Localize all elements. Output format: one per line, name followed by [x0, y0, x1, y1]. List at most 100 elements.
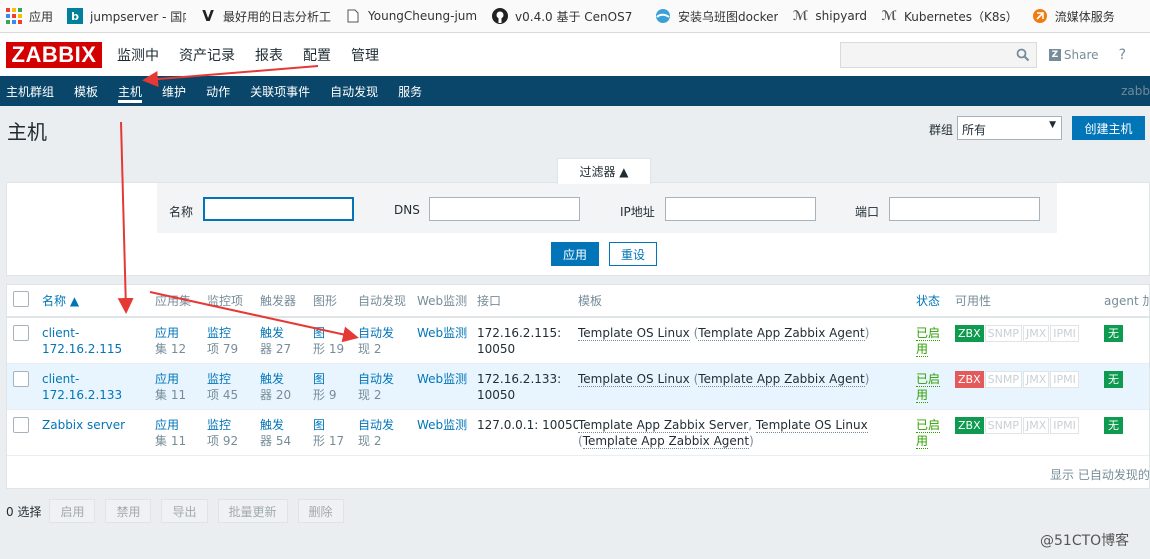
filter-name-input[interactable] [203, 197, 354, 221]
bookmark-ubuntu-docker[interactable]: 安装乌班图docker [655, 8, 778, 25]
search-icon[interactable] [1016, 48, 1030, 62]
nav-administration[interactable]: 管理 [351, 45, 379, 65]
bookmark-log-analysis[interactable]: V 最好用的日志分析工 [200, 7, 331, 25]
graphs-link[interactable]: 图形 17 [313, 418, 344, 448]
col-status[interactable]: 状态 [916, 285, 955, 318]
subnav-services[interactable]: 服务 [398, 76, 422, 106]
discovery-link[interactable]: 自动发现 2 [358, 372, 394, 402]
github-icon [492, 8, 509, 24]
bookmark-streaming[interactable]: 流媒体服务 [1032, 8, 1115, 25]
table-row: Zabbix server 应用集 11 监控项 92 触发器 54 图形 17… [7, 409, 1149, 456]
mass-export-button[interactable]: 导出 [161, 499, 208, 523]
status-toggle[interactable]: 已启用 [916, 371, 941, 403]
bookmark-youngcheung[interactable]: YoungCheung-jum [345, 8, 478, 24]
filter-port-input[interactable] [889, 197, 1040, 221]
mass-enable-button[interactable]: 启用 [49, 499, 96, 523]
host-name-link[interactable]: client-172.16.2.115 [42, 326, 122, 356]
bookmark-jumpserver[interactable]: b jumpserver - 国内顺 [67, 8, 186, 25]
bookmark-apps[interactable]: 应用 [6, 8, 53, 25]
interface-cell: 127.0.0.1: 10050 [477, 409, 578, 456]
row-checkbox[interactable] [13, 370, 29, 387]
group-select[interactable]: 所有 ▼ [957, 116, 1062, 140]
web-monitoring-link[interactable]: Web监测 [417, 418, 467, 432]
discovery-link[interactable]: 自动发现 2 [358, 326, 394, 356]
subnav-discovery[interactable]: 自动发现 [330, 76, 378, 106]
nav-monitoring[interactable]: 监测中 [117, 45, 159, 65]
table-row: client-172.16.2.133 应用集 11 监控项 45 触发器 20… [7, 363, 1149, 410]
stream-icon [1032, 8, 1048, 24]
select-all-checkbox[interactable] [13, 291, 29, 307]
filter-dns-input[interactable] [429, 197, 580, 221]
subnav-maintenance[interactable]: 维护 [162, 76, 186, 106]
table-row: client-172.16.2.115 应用集 12 监控项 79 触发器 27… [7, 317, 1149, 364]
subnav-actions[interactable]: 动作 [206, 76, 230, 106]
template-link[interactable]: Template App Zabbix Agent [698, 371, 865, 387]
items-link[interactable]: 监控项 79 [207, 326, 238, 356]
items-link[interactable]: 监控项 92 [207, 418, 238, 448]
encryption-badge: 无 [1104, 370, 1123, 388]
filter-ip-label: IP地址 [620, 205, 655, 219]
create-host-button[interactable]: 创建主机 [1072, 116, 1145, 140]
col-name[interactable]: 名称 ▲ [42, 285, 155, 318]
bookmark-kubernetes[interactable]: ℳ Kubernetes（K8s） [881, 8, 1017, 25]
web-monitoring-link[interactable]: Web监测 [417, 326, 467, 340]
selected-count: 0 选择 [6, 504, 42, 519]
mass-disable-button[interactable]: 禁用 [105, 499, 152, 523]
filter-apply-button[interactable]: 应用 [551, 242, 599, 266]
template-link[interactable]: Template OS Linux [578, 371, 690, 387]
subnav-hosts[interactable]: 主机 [118, 76, 143, 106]
triggers-link[interactable]: 触发器 27 [260, 326, 291, 356]
jmx-availability-badge: JMX [1022, 325, 1050, 342]
filter-ip-input[interactable] [665, 197, 816, 221]
share-link[interactable]: Z Share [1048, 48, 1099, 62]
bookmark-centos[interactable]: v0.4.0 基于 CenOS7 [492, 8, 641, 25]
subnav-correlation[interactable]: 关联项事件 [250, 76, 310, 106]
snmp-availability-badge: SNMP [984, 325, 1022, 342]
filter-tab[interactable]: 过滤器 ▲ [557, 158, 651, 184]
availability-cell: ZBX SNMP JMX IPMI [955, 317, 1104, 364]
applications-link[interactable]: 应用集 12 [155, 326, 186, 356]
globe-icon [655, 8, 671, 24]
template-link[interactable]: Template App Zabbix Agent [582, 433, 750, 449]
zabbix-logo[interactable]: ZABBIX [6, 41, 102, 68]
filter-dns-label: DNS [394, 203, 420, 217]
row-checkbox[interactable] [13, 325, 29, 341]
mass-update-button[interactable]: 批量更新 [217, 499, 288, 523]
mass-delete-button[interactable]: 删除 [297, 499, 344, 523]
apps-icon [6, 8, 22, 24]
graphs-link[interactable]: 图形 9 [313, 372, 336, 402]
subnav-templates[interactable]: 模板 [74, 76, 98, 106]
nav-inventory[interactable]: 资产记录 [179, 45, 235, 65]
nav-reports[interactable]: 报表 [255, 45, 283, 65]
items-link[interactable]: 监控项 45 [207, 372, 238, 402]
template-link[interactable]: Template OS Linux [755, 417, 868, 433]
template-link[interactable]: Template OS Linux [578, 326, 690, 341]
template-link[interactable]: Template App Zabbix Server [578, 417, 749, 433]
col-triggers: 触发器 [260, 285, 313, 318]
encryption-badge: 无 [1104, 325, 1123, 342]
top-header: ZABBIX 监测中 资产记录 报表 配置 管理 Z Share ? [0, 33, 1150, 76]
applications-link[interactable]: 应用集 11 [155, 418, 186, 448]
graphs-link[interactable]: 图形 19 [313, 326, 344, 356]
row-checkbox[interactable] [13, 416, 29, 433]
web-monitoring-link[interactable]: Web监测 [417, 372, 467, 386]
template-link[interactable]: Template App Zabbix Agent [698, 326, 865, 341]
status-toggle[interactable]: 已启用 [916, 417, 941, 449]
sub-nav: 主机群组 模板 主机 维护 动作 关联项事件 自动发现 服务 zabb [0, 76, 1150, 106]
applications-link[interactable]: 应用集 11 [155, 372, 186, 402]
bookmark-shipyard[interactable]: ℳ shipyard [792, 8, 867, 24]
status-toggle[interactable]: 已启用 [916, 326, 941, 357]
triggers-link[interactable]: 触发器 20 [260, 372, 291, 402]
host-name-link[interactable]: client-172.16.2.133 [42, 372, 122, 402]
shipyard-icon: ℳ [792, 8, 809, 24]
discovery-link[interactable]: 自动发现 2 [358, 418, 394, 448]
host-name-link[interactable]: Zabbix server [42, 418, 125, 432]
help-button[interactable]: ? [1119, 47, 1126, 63]
global-search-input[interactable] [839, 41, 1037, 68]
filter-reset-button[interactable]: 重设 [609, 242, 657, 266]
triggers-link[interactable]: 触发器 54 [260, 418, 291, 448]
subnav-host-groups[interactable]: 主机群组 [6, 76, 54, 106]
col-templates: 模板 [578, 285, 916, 318]
nav-configuration[interactable]: 配置 [303, 45, 331, 65]
col-items: 监控项 [207, 285, 260, 318]
